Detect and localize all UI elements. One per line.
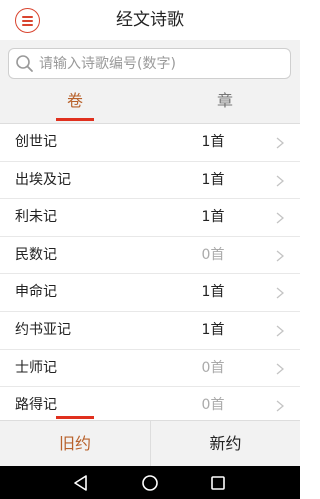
list-item[interactable]: 出埃及记 1首 xyxy=(0,162,300,200)
list-item[interactable]: 申命记 1首 xyxy=(0,274,300,312)
song-count: 1首 xyxy=(201,284,225,301)
tab-new-testament[interactable]: 新约 xyxy=(150,421,300,467)
song-count: 1首 xyxy=(201,171,225,188)
song-count: 1首 xyxy=(201,134,225,150)
tab-old-testament[interactable]: 旧约 xyxy=(0,421,150,467)
book-name: 出埃及记 xyxy=(15,171,71,188)
book-chapter-tabs: 卷 章 xyxy=(0,86,300,124)
book-name: 路得记 xyxy=(15,397,57,414)
book-name: 创世记 xyxy=(15,134,57,150)
back-icon[interactable] xyxy=(71,473,91,493)
testament-tabs: 旧约 新约 xyxy=(0,420,300,467)
chevron-right-icon xyxy=(276,250,284,262)
chevron-right-icon xyxy=(276,287,284,299)
search-input[interactable] xyxy=(39,51,279,76)
chevron-right-icon xyxy=(276,400,284,412)
song-count: 0首 xyxy=(201,246,225,263)
book-name: 申命记 xyxy=(15,284,57,301)
song-count: 0首 xyxy=(201,397,225,414)
book-name: 利未记 xyxy=(15,209,57,226)
search-icon xyxy=(16,55,33,72)
page-title: 经文诗歌 xyxy=(116,10,184,30)
song-count: 1首 xyxy=(201,209,225,226)
system-navigation-bar xyxy=(0,466,300,499)
list-item[interactable]: 士师记 0首 xyxy=(0,350,300,388)
chevron-right-icon xyxy=(276,175,284,187)
search-box[interactable] xyxy=(8,48,291,79)
book-name: 士师记 xyxy=(15,359,57,376)
song-count: 0首 xyxy=(201,359,225,376)
book-list: 创世记 1首 出埃及记 1首 利未记 1首 民数记 0首 申命记 1首 约书亚记… xyxy=(0,124,300,420)
home-icon[interactable] xyxy=(140,473,160,493)
list-item[interactable]: 路得记 0首 xyxy=(0,387,300,420)
tab-chapter[interactable]: 章 xyxy=(150,86,300,124)
active-tab-indicator xyxy=(56,118,94,121)
list-item[interactable]: 民数记 0首 xyxy=(0,237,300,275)
search-bar xyxy=(0,40,300,86)
chevron-right-icon xyxy=(276,212,284,224)
list-item[interactable]: 利未记 1首 xyxy=(0,199,300,237)
song-count: 1首 xyxy=(201,321,225,338)
active-testament-indicator xyxy=(56,416,94,419)
chevron-right-icon xyxy=(276,363,284,375)
book-name: 约书亚记 xyxy=(15,321,71,338)
chevron-right-icon xyxy=(276,325,284,337)
app-header: 经文诗歌 xyxy=(0,0,300,40)
list-item[interactable]: 约书亚记 1首 xyxy=(0,312,300,350)
list-item[interactable]: 创世记 1首 xyxy=(0,124,300,162)
recents-icon[interactable] xyxy=(208,473,228,493)
chevron-right-icon xyxy=(276,137,284,149)
book-name: 民数记 xyxy=(15,246,57,263)
